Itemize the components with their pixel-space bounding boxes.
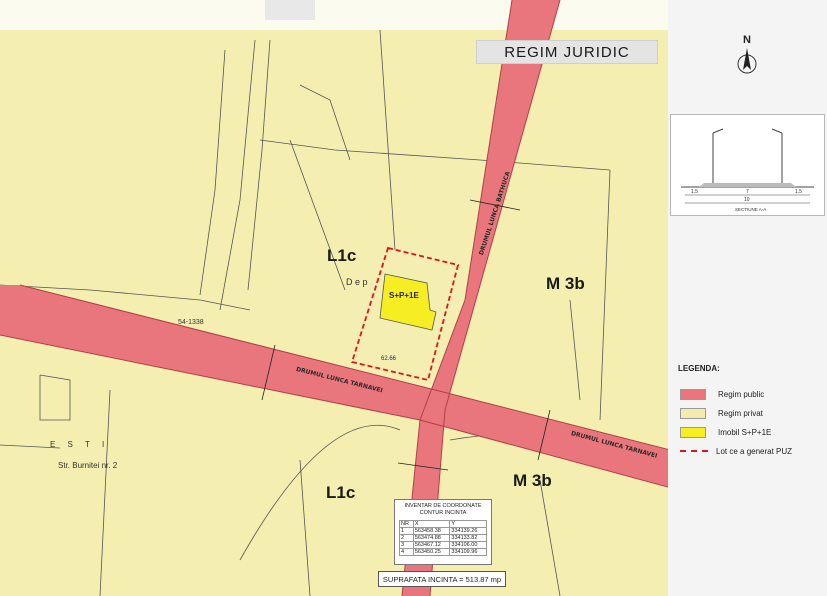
zone-m3b-south: M 3b (513, 471, 552, 490)
compass-icon (737, 48, 757, 74)
legend-label-private: Regim privat (718, 408, 763, 418)
legend-item-building: Imobil S+P+1E (680, 426, 771, 438)
area-summary: SUPRAFATA INCINTA = 513.87 mp (378, 571, 506, 587)
zone-l1c-north: L1c (327, 246, 357, 265)
inventory-cell: 563467.12 (412, 541, 451, 549)
lot-area-label: 62.66 (381, 356, 397, 362)
parcel-id-label: 54-1338 (178, 319, 204, 326)
table-row: 1 563458.38 334139.26 (399, 527, 487, 535)
compass-label: N (743, 34, 751, 46)
area-label-dep: D e p (346, 277, 368, 287)
legend-label-public: Regim public (718, 389, 765, 399)
inventory-title-line2: CONTUR INCINTA (419, 510, 467, 516)
legend-title: LEGENDA: (678, 364, 720, 373)
legend-label-building: Imobil S+P+1E (718, 427, 772, 437)
legend-swatch-building (680, 426, 706, 438)
inventory-cell: 334133.82 (449, 534, 487, 542)
inventory-cell: 1 (399, 527, 414, 535)
inventory-header: NR (399, 520, 414, 528)
section-dim-left: 1.5 (691, 189, 698, 195)
table-row: 3 563467.12 334106.00 (399, 541, 487, 549)
section-diagram: 1.5 7 1.5 10 SECTIUNE A-A (670, 114, 825, 216)
top-strip (0, 0, 668, 30)
inventory-cell: 4 (399, 548, 414, 556)
coordinate-inventory: INVENTAR DE COORDONATE CONTUR INCINTA NR… (394, 499, 492, 565)
zone-m3b-east: M 3b (546, 274, 585, 293)
inventory-table: NR X Y 1 563458.38 334139.26 2 563474.88… (399, 520, 487, 556)
legend-label-lot: Lot ce a generat PUZ (716, 446, 793, 456)
inventory-title-line1: INVENTAR DE COORDONATE (404, 503, 482, 509)
map-title: REGIM JURIDIC (476, 40, 658, 64)
legend-item-private: Regim privat (680, 407, 763, 419)
legend-swatch-lot (680, 450, 708, 452)
inventory-cell: 563474.88 (412, 534, 451, 542)
section-caption: SECTIUNE A-A (735, 207, 766, 212)
inventory-cell: 334106.00 (449, 541, 487, 549)
table-row: 2 563474.88 334133.82 (399, 534, 487, 542)
inventory-cell: 563458.38 (412, 527, 451, 535)
area-label-esti: E S T I (50, 440, 110, 449)
inventory-header: X (412, 520, 451, 528)
street-label-burnitei: Str. Burnitei nr. 2 (58, 461, 118, 470)
inventory-cell: 334109.96 (449, 548, 487, 556)
inventory-cell: 334139.26 (449, 527, 487, 535)
legend-item-public: Regim public (680, 388, 764, 400)
section-dim-mid: 7 (746, 189, 749, 195)
table-row: 4 563450.25 334109.96 (399, 548, 487, 556)
legend-swatch-public (680, 388, 706, 400)
side-panel (668, 0, 827, 596)
section-dim-total: 10 (744, 197, 750, 203)
inventory-header: Y (449, 520, 487, 528)
section-drawing: 1.5 7 1.5 10 SECTIUNE A-A (681, 128, 814, 212)
inventory-cell: 2 (399, 534, 414, 542)
inventory-header-row: NR X Y (399, 520, 487, 528)
legend-swatch-private (680, 407, 706, 419)
inventory-title: INVENTAR DE COORDONATE CONTUR INCINTA (395, 503, 491, 517)
inventory-cell: 3 (399, 541, 414, 549)
top-label-block (265, 0, 315, 20)
zone-l1c-south: L1c (326, 483, 356, 502)
legend-item-lot: Lot ce a generat PUZ (680, 445, 792, 457)
inventory-cell: 563450.25 (412, 548, 451, 556)
section-dim-right: 1.5 (795, 189, 802, 195)
building-label: S+P+1E (389, 291, 419, 300)
north-arrow: N (732, 34, 762, 80)
